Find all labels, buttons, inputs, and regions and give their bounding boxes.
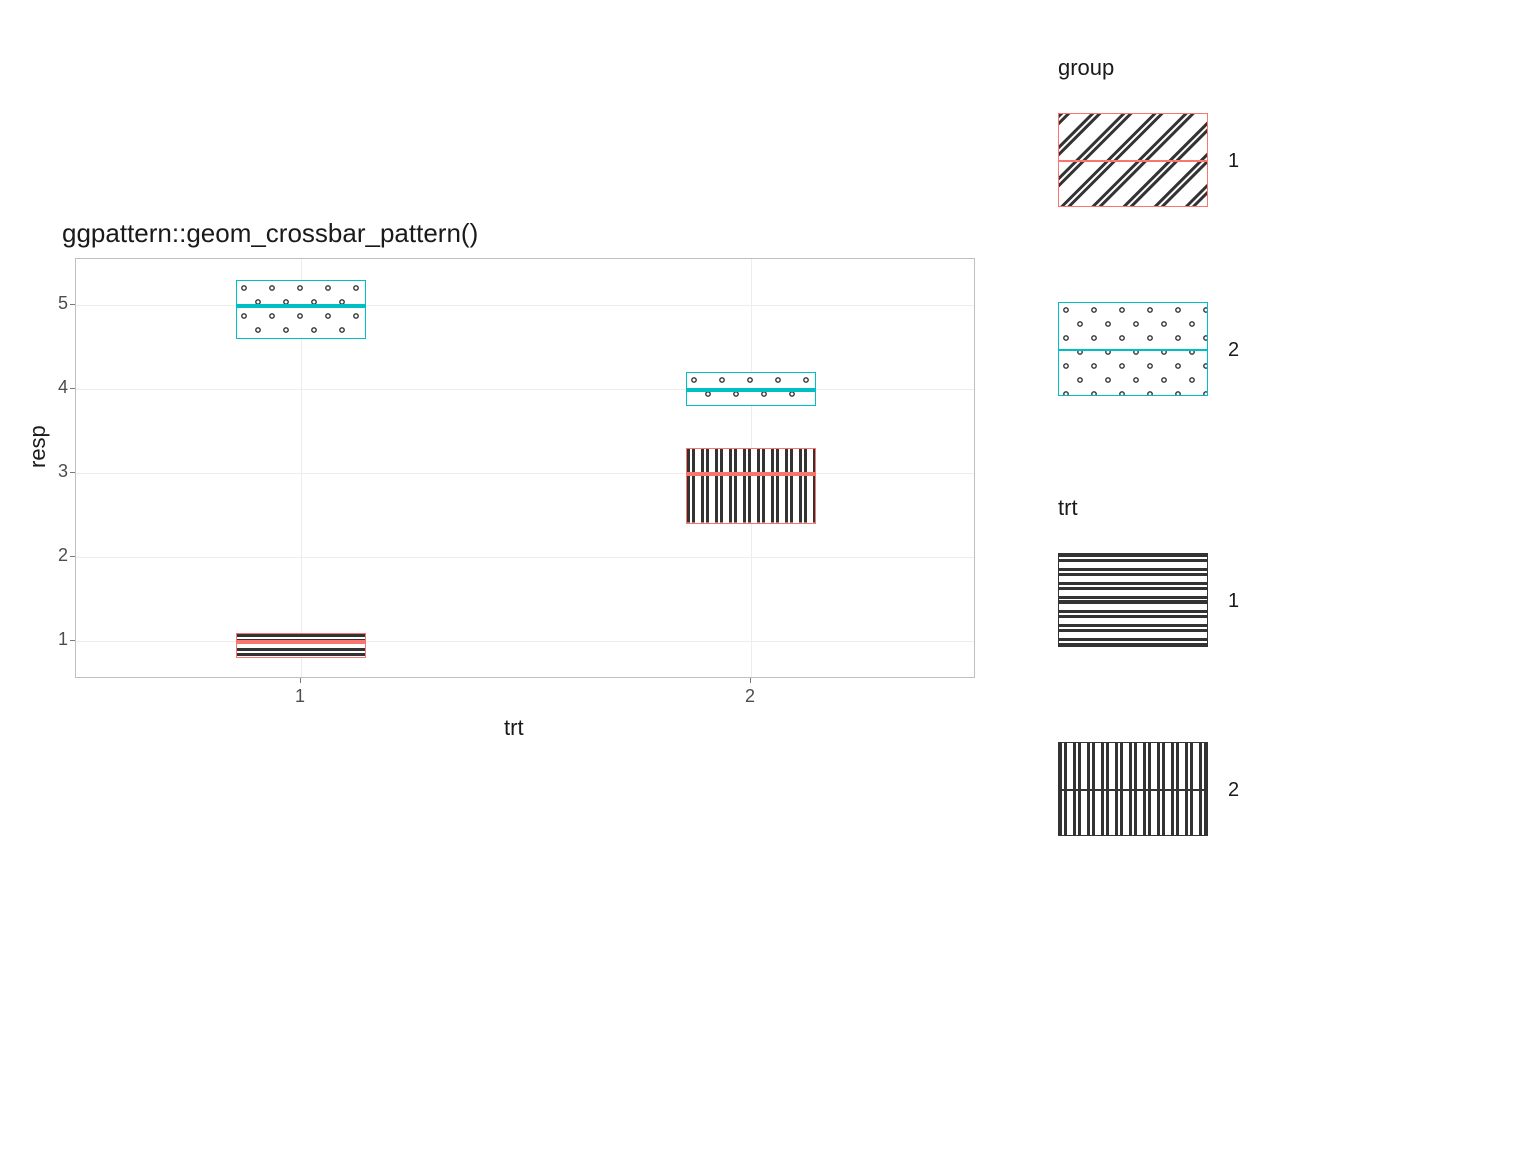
- y-tick-label: 4: [48, 377, 68, 398]
- y-tick-label: 3: [48, 461, 68, 482]
- x-tick-label: 1: [290, 686, 310, 707]
- grid-line-h: [76, 389, 974, 390]
- legend-key-trt-1: [1058, 553, 1208, 647]
- grid-line-h: [76, 557, 974, 558]
- plot-panel: [75, 258, 975, 678]
- legend-key-group-2: [1058, 302, 1208, 396]
- y-tick-label: 2: [48, 545, 68, 566]
- y-tick-label: 1: [48, 629, 68, 650]
- grid-line-h: [76, 305, 974, 306]
- y-tick-label: 5: [48, 293, 68, 314]
- x-tick-label: 2: [740, 686, 760, 707]
- x-axis-label: trt: [504, 715, 524, 741]
- grid-line-h: [76, 473, 974, 474]
- y-tick-mark: [70, 472, 75, 473]
- legend-key-trt-2: [1058, 742, 1208, 836]
- y-tick-mark: [70, 640, 75, 641]
- figure-root: { "chart_data": { "type": "crossbar", "t…: [0, 0, 1536, 1152]
- legend-title-group: group: [1058, 55, 1114, 81]
- plot-title: ggpattern::geom_crossbar_pattern(): [62, 218, 478, 249]
- x-tick-mark: [750, 678, 751, 683]
- crossbar: [236, 280, 366, 339]
- crossbar: [236, 633, 366, 658]
- legend-title-trt: trt: [1058, 495, 1078, 521]
- legend-label-group-2: 2: [1228, 339, 1239, 362]
- y-tick-mark: [70, 388, 75, 389]
- y-tick-mark: [70, 304, 75, 305]
- crossbar: [686, 372, 816, 406]
- legend-key-group-1: [1058, 113, 1208, 207]
- crossbar: [686, 448, 816, 524]
- legend-label-trt-1: 1: [1228, 590, 1239, 613]
- legend-label-group-1: 1: [1228, 150, 1239, 173]
- x-tick-mark: [300, 678, 301, 683]
- grid-line-h: [76, 641, 974, 642]
- legend-label-trt-2: 2: [1228, 779, 1239, 802]
- y-tick-mark: [70, 556, 75, 557]
